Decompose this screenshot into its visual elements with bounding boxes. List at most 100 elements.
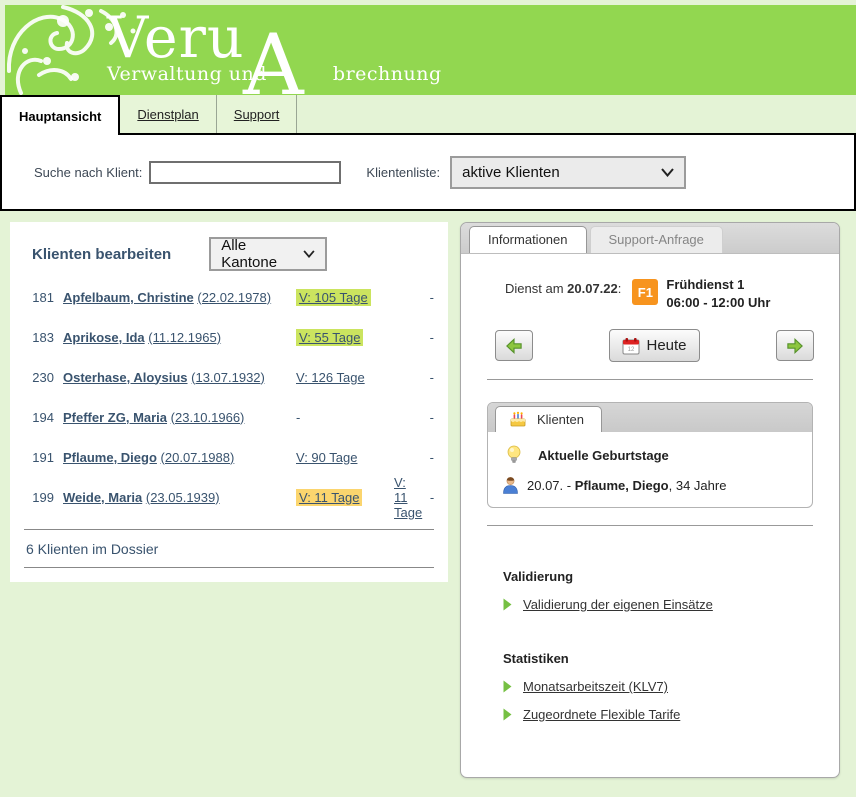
contract-days-link[interactable]: V: 11 Tage: [296, 489, 362, 506]
info-tab-bar: Informationen Support-Anfrage: [461, 223, 839, 254]
row-dash: -: [422, 410, 434, 425]
client-id: 191: [24, 450, 54, 465]
section-validierung: Validierung Validierung der eigenen Eins…: [503, 569, 839, 612]
section-title: Validierung: [503, 569, 839, 584]
tab-informationen[interactable]: Informationen: [469, 226, 587, 253]
client-name-link[interactable]: Aprikose, Ida: [63, 330, 145, 345]
chevron-down-icon: [303, 250, 315, 258]
row-dash: -: [422, 450, 434, 465]
contract-days-link[interactable]: V: 90 Tage: [296, 450, 357, 465]
link-row: Zugeordnete Flexible Tarife: [503, 707, 839, 722]
section-title: Statistiken: [503, 651, 839, 666]
client-name-link[interactable]: Pflaume, Diego: [63, 450, 157, 465]
client-dob-link[interactable]: (23.10.1966): [171, 410, 245, 425]
client-dob-link[interactable]: (20.07.1988): [161, 450, 235, 465]
client-dob-link[interactable]: (11.12.1965): [148, 330, 221, 345]
birthday-entry: 20.07. - Pflaume, Diego, 34 Jahre: [527, 478, 726, 493]
table-row: 199 Weide, Maria (23.05.1939) V: 11 Tage…: [24, 477, 434, 517]
section-statistiken: Statistiken Monatsarbeitszeit (KLV7) Zug…: [503, 651, 839, 722]
contract-days-link[interactable]: V: 55 Tage: [296, 329, 363, 346]
arrow-right-icon: [786, 338, 804, 354]
previous-day-button[interactable]: [495, 330, 533, 361]
divider: [487, 379, 813, 380]
app-logo: Veru A Verwaltung undbrechnung: [107, 9, 442, 85]
green-triangle-icon: [503, 708, 512, 721]
main-content: Klienten bearbeiten Alle Kantone 181 Apf…: [0, 211, 856, 778]
arrow-left-icon: [505, 338, 523, 354]
flexible-tarife-link[interactable]: Zugeordnete Flexible Tarife: [520, 707, 680, 722]
today-button[interactable]: 12 Heute: [609, 329, 699, 362]
tab-support[interactable]: Support: [217, 95, 298, 133]
validierung-link[interactable]: Validierung der eigenen Einsätze: [520, 597, 713, 612]
shift-description: Frühdienst 1 06:00 - 12:00 Uhr: [666, 277, 770, 310]
dossier-count: 6 Klienten im Dossier: [26, 541, 434, 557]
client-id: 194: [24, 410, 54, 425]
birthday-cake-icon: [509, 411, 527, 427]
client-id: 183: [24, 330, 54, 345]
logo-accent-letter: A: [243, 23, 304, 95]
link-row: Monatsarbeitszeit (KLV7): [503, 679, 839, 694]
tab-support-anfrage[interactable]: Support-Anfrage: [590, 226, 723, 253]
clients-panel: Klienten bearbeiten Alle Kantone 181 Apf…: [10, 222, 448, 582]
canton-select[interactable]: Alle Kantone: [209, 237, 327, 271]
duty-info: Dienst am 20.07.22: F1 Frühdienst 1 06:0…: [505, 277, 839, 310]
row-dash: -: [422, 290, 434, 305]
svg-text:12: 12: [628, 347, 635, 353]
divider: [24, 567, 434, 568]
klienten-box-body: Aktuelle Geburtstage 20.07. - Pflaume, D…: [488, 432, 812, 507]
table-row: 183 Aprikose, Ida (11.12.1965) V: 55 Tag…: [24, 317, 434, 357]
birthday-header: Aktuelle Geburtstage: [538, 448, 669, 463]
divider: [24, 529, 434, 530]
client-list-label: Klientenliste:: [366, 165, 440, 180]
monatsarbeitszeit-link[interactable]: Monatsarbeitszeit (KLV7): [520, 679, 668, 694]
clients-panel-title: Klienten bearbeiten: [32, 246, 171, 263]
info-panel: Informationen Support-Anfrage Dienst am …: [460, 222, 840, 778]
row-dash: -: [422, 490, 434, 505]
client-name-link[interactable]: Osterhase, Aloysius: [63, 370, 188, 385]
app-header: Veru A Verwaltung undbrechnung: [5, 5, 856, 95]
table-row: 181 Apfelbaum, Christine (22.02.1978) V:…: [24, 277, 434, 317]
clients-panel-header: Klienten bearbeiten Alle Kantone: [24, 237, 434, 271]
chevron-down-icon: [661, 168, 674, 177]
birthday-entry-row: 20.07. - Pflaume, Diego, 34 Jahre: [500, 476, 800, 494]
person-icon: [502, 476, 519, 494]
contract-days-link[interactable]: V: 11 Tage: [394, 475, 422, 520]
birthday-header-row: Aktuelle Geburtstage: [500, 445, 800, 465]
table-row: 230 Osterhase, Aloysius (13.07.1932) V: …: [24, 357, 434, 397]
tab-klienten[interactable]: Klienten: [495, 406, 602, 432]
shift-badge: F1: [632, 279, 658, 305]
duty-date-label: Dienst am 20.07.22:: [505, 281, 621, 310]
divider: [487, 525, 813, 526]
main-tab-bar: Hauptansicht Dienstplan Support: [0, 95, 856, 133]
client-list-select[interactable]: aktive Klienten: [450, 156, 686, 189]
client-id: 181: [24, 290, 54, 305]
table-row: 191 Pflaume, Diego (20.07.1988) V: 90 Ta…: [24, 437, 434, 477]
link-row: Validierung der eigenen Einsätze: [503, 597, 839, 612]
client-search-input[interactable]: [149, 161, 341, 184]
client-dob-link[interactable]: (13.07.1932): [191, 370, 265, 385]
search-label: Suche nach Klient:: [34, 165, 142, 180]
search-panel: Suche nach Klient: Klientenliste: aktive…: [0, 133, 856, 211]
row-dash: -: [422, 330, 434, 345]
row-dash: -: [296, 410, 300, 425]
green-triangle-icon: [503, 598, 512, 611]
lightbulb-icon: [506, 445, 522, 465]
table-row: 194 Pfeffer ZG, Maria (23.10.1966) - -: [24, 397, 434, 437]
klienten-box: Klienten Aktuelle Geburtstage: [487, 402, 813, 508]
calendar-icon: 12: [622, 337, 640, 355]
client-id: 230: [24, 370, 54, 385]
row-dash: -: [422, 370, 434, 385]
tab-hauptansicht[interactable]: Hauptansicht: [0, 95, 120, 135]
tab-dienstplan[interactable]: Dienstplan: [120, 95, 216, 133]
client-name-link[interactable]: Apfelbaum, Christine: [63, 290, 194, 305]
client-name-link[interactable]: Pfeffer ZG, Maria: [63, 410, 167, 425]
client-dob-link[interactable]: (22.02.1978): [197, 290, 271, 305]
contract-days-link[interactable]: V: 126 Tage: [296, 370, 365, 385]
date-navigation: 12 Heute: [495, 329, 814, 362]
client-name-link[interactable]: Weide, Maria: [63, 490, 142, 505]
green-triangle-icon: [503, 680, 512, 693]
next-day-button[interactable]: [776, 330, 814, 361]
klienten-box-tab-bar: Klienten: [488, 403, 812, 432]
contract-days-link[interactable]: V: 105 Tage: [296, 289, 371, 306]
client-dob-link[interactable]: (23.05.1939): [146, 490, 220, 505]
